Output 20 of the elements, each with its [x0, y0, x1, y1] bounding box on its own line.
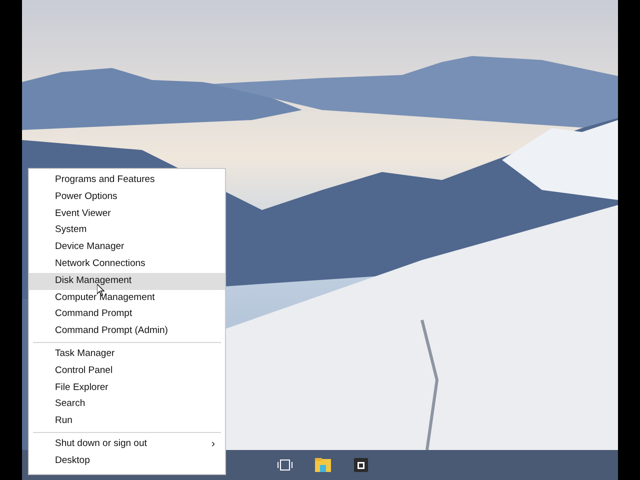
menu-item[interactable]: Shut down or sign out ›	[29, 436, 225, 453]
menu-item[interactable]: Computer Management	[29, 290, 225, 306]
menu-item[interactable]: Power Options	[29, 188, 225, 206]
menu-item[interactable]: Disk Management	[29, 272, 225, 290]
menu-item[interactable]: Command Prompt	[29, 306, 225, 324]
menu-item[interactable]: Control Panel	[29, 362, 225, 380]
menu-item[interactable]: Network Connections	[29, 256, 225, 273]
menu-item[interactable]: Command Prompt (Admin)	[29, 323, 225, 340]
menu-item[interactable]: Task Manager	[29, 346, 225, 363]
menu-item[interactable]: Event Viewer	[29, 206, 225, 222]
menu-item[interactable]: Programs and Features	[29, 172, 225, 189]
store-bag-icon[interactable]	[353, 457, 369, 473]
menu-item[interactable]: File Explorer	[29, 380, 225, 396]
menu-item[interactable]: Device Manager	[29, 239, 225, 256]
menu-item[interactable]: Desktop	[29, 452, 225, 470]
task-view-icon[interactable]	[277, 457, 293, 473]
menu-item[interactable]: Search	[29, 396, 225, 414]
folder-icon[interactable]	[315, 457, 331, 473]
menu-item[interactable]: System	[29, 222, 225, 240]
menu-item[interactable]: Run	[29, 413, 225, 430]
